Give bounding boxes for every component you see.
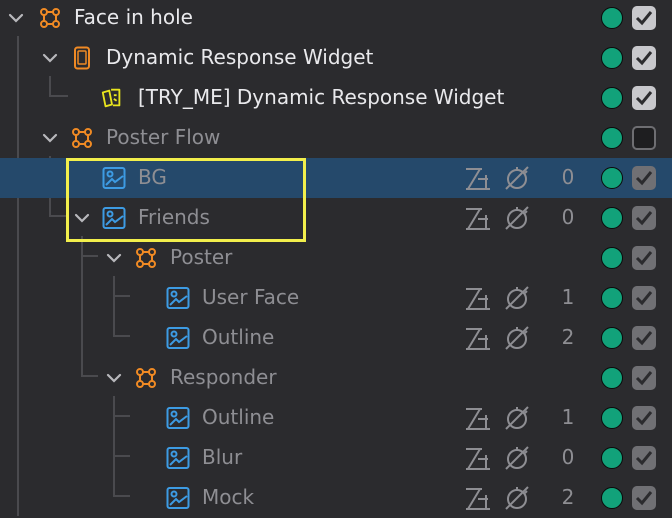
chevron-down-icon[interactable] — [106, 370, 122, 386]
visibility-dot[interactable] — [601, 447, 623, 469]
tree-row-user-face[interactable]: User Face 1 — [0, 278, 672, 318]
image-icon — [102, 167, 126, 189]
group-icon — [136, 248, 156, 268]
render-order-value: 2 — [561, 485, 575, 509]
tree-row-label: Friends — [138, 205, 210, 229]
layer-hidden-icon[interactable] — [503, 285, 531, 311]
tree-row-mock[interactable]: Mock 2 — [0, 478, 672, 518]
widget-cards-icon — [101, 88, 121, 108]
tree-row-label: User Face — [202, 285, 300, 309]
tree-row-face-in-hole[interactable]: Face in hole — [0, 0, 672, 38]
tree-row-label: Responder — [170, 365, 277, 389]
tree-row-outline[interactable]: Outline 1 — [0, 398, 672, 438]
chevron-down-icon[interactable] — [106, 250, 122, 266]
visibility-dot[interactable] — [601, 87, 623, 109]
visibility-dot[interactable] — [601, 487, 623, 509]
render-order-value: 0 — [561, 205, 575, 229]
enabled-checkbox[interactable] — [632, 46, 656, 70]
group-icon — [40, 8, 60, 28]
image-icon — [166, 287, 190, 309]
tree-row-label: Mock — [202, 485, 255, 509]
image-icon — [166, 487, 190, 509]
layer-hidden-icon[interactable] — [503, 325, 531, 351]
visibility-dot[interactable] — [601, 7, 623, 29]
visibility-dot[interactable] — [601, 367, 623, 389]
layer-hidden-icon[interactable] — [503, 205, 531, 231]
tree-row-try-me-widget[interactable]: [TRY_ME] Dynamic Response Widget — [0, 78, 672, 118]
image-icon — [166, 447, 190, 469]
tree-row-dynamic-response-widget[interactable]: Dynamic Response Widget — [0, 38, 672, 78]
render-order-value: 1 — [561, 405, 575, 429]
tree-row-responder[interactable]: Responder — [0, 358, 672, 398]
tree-row-label: Outline — [202, 405, 275, 429]
layer-hidden-icon[interactable] — [503, 485, 531, 511]
tree-row-bg[interactable]: BG 0 — [0, 158, 672, 198]
layer-hidden-icon[interactable] — [503, 165, 531, 191]
visibility-dot[interactable] — [601, 327, 623, 349]
render-order-icon[interactable] — [464, 445, 492, 471]
chevron-down-icon[interactable] — [42, 130, 58, 146]
visibility-dot[interactable] — [601, 207, 623, 229]
tree-row-poster[interactable]: Poster — [0, 238, 672, 278]
tree-row-poster-flow[interactable]: Poster Flow — [0, 118, 672, 158]
visibility-dot[interactable] — [601, 247, 623, 269]
render-order-icon[interactable] — [464, 165, 492, 191]
enabled-checkbox[interactable] — [632, 486, 656, 510]
render-order-icon[interactable] — [464, 285, 492, 311]
render-order-value: 2 — [561, 325, 575, 349]
enabled-checkbox[interactable] — [632, 286, 656, 310]
render-order-value: 1 — [561, 285, 575, 309]
group-icon — [72, 128, 92, 148]
tree-row-blur[interactable]: Blur 0 — [0, 438, 672, 478]
render-order-value: 0 — [561, 445, 575, 469]
image-icon — [166, 407, 190, 429]
enabled-checkbox[interactable] — [632, 246, 656, 270]
visibility-dot[interactable] — [601, 127, 623, 149]
render-order-icon[interactable] — [464, 485, 492, 511]
tree-row-label: Dynamic Response Widget — [106, 45, 374, 69]
visibility-dot[interactable] — [601, 167, 623, 189]
tree-row-label: Face in hole — [74, 5, 193, 29]
chevron-down-icon[interactable] — [42, 50, 58, 66]
tree-row-label: Poster Flow — [106, 125, 221, 149]
enabled-checkbox[interactable] — [632, 366, 656, 390]
visibility-dot[interactable] — [601, 287, 623, 309]
tree-row-label: [TRY_ME] Dynamic Response Widget — [138, 85, 505, 109]
tree-row-label: BG — [138, 165, 167, 189]
image-icon — [166, 327, 190, 349]
tree-row-outline[interactable]: Outline 2 — [0, 318, 672, 358]
tree-row-label: Poster — [170, 245, 233, 269]
enabled-checkbox[interactable] — [632, 446, 656, 470]
layer-hidden-icon[interactable] — [503, 405, 531, 431]
visibility-dot[interactable] — [601, 47, 623, 69]
device-icon — [74, 46, 90, 70]
chevron-down-icon[interactable] — [74, 210, 90, 226]
visibility-dot[interactable] — [601, 407, 623, 429]
render-order-icon[interactable] — [464, 205, 492, 231]
scene-hierarchy-panel: Face in hole Dynamic Response Widget [TR… — [0, 0, 672, 516]
enabled-checkbox[interactable] — [632, 406, 656, 430]
render-order-value: 0 — [561, 165, 575, 189]
enabled-checkbox[interactable] — [632, 126, 656, 150]
enabled-checkbox[interactable] — [632, 6, 656, 30]
image-icon — [102, 207, 126, 229]
chevron-down-icon[interactable] — [8, 10, 24, 26]
enabled-checkbox[interactable] — [632, 326, 656, 350]
layer-hidden-icon[interactable] — [503, 445, 531, 471]
enabled-checkbox[interactable] — [632, 166, 656, 190]
render-order-icon[interactable] — [464, 325, 492, 351]
tree-row-label: Outline — [202, 325, 275, 349]
render-order-icon[interactable] — [464, 405, 492, 431]
tree-row-label: Blur — [202, 445, 243, 469]
tree-row-friends[interactable]: Friends 0 — [0, 198, 672, 238]
enabled-checkbox[interactable] — [632, 206, 656, 230]
group-icon — [136, 368, 156, 388]
enabled-checkbox[interactable] — [632, 86, 656, 110]
